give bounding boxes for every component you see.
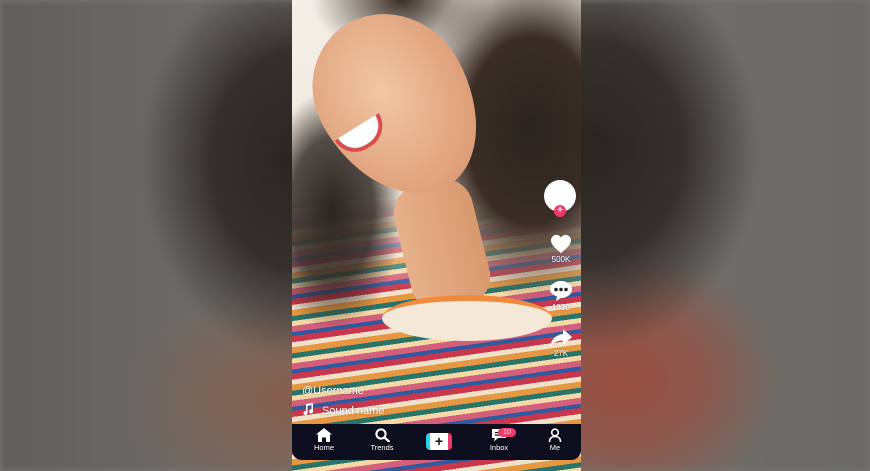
- nav-trends[interactable]: Trends: [362, 428, 402, 452]
- comment-icon: [550, 281, 572, 301]
- create-plus-icon: +: [434, 433, 444, 449]
- create-button[interactable]: +: [426, 433, 452, 450]
- nav-me[interactable]: Me: [535, 428, 575, 452]
- nav-home[interactable]: Home: [304, 428, 344, 452]
- share-count: 27K: [553, 349, 569, 358]
- like-button[interactable]: 500K: [540, 234, 582, 264]
- creator-username[interactable]: @Username: [302, 385, 364, 397]
- sound-name: Sound name: [322, 405, 385, 417]
- profile-icon: [548, 428, 562, 442]
- share-button[interactable]: 27K: [540, 328, 582, 358]
- bottom-nav: Home Trends + Inbox 10 Me: [292, 424, 581, 460]
- video-feed[interactable]: [292, 0, 581, 471]
- heart-icon: [551, 234, 571, 254]
- search-icon: [374, 428, 390, 442]
- like-count: 500K: [551, 255, 571, 264]
- comment-count: 1320: [552, 303, 570, 312]
- home-icon: [316, 428, 332, 442]
- follow-plus-icon[interactable]: +: [554, 205, 566, 217]
- comment-button[interactable]: 1320: [540, 280, 582, 312]
- share-arrow-icon: [550, 329, 572, 347]
- inbox-badge: 10: [498, 428, 516, 437]
- music-note-icon: [303, 403, 314, 415]
